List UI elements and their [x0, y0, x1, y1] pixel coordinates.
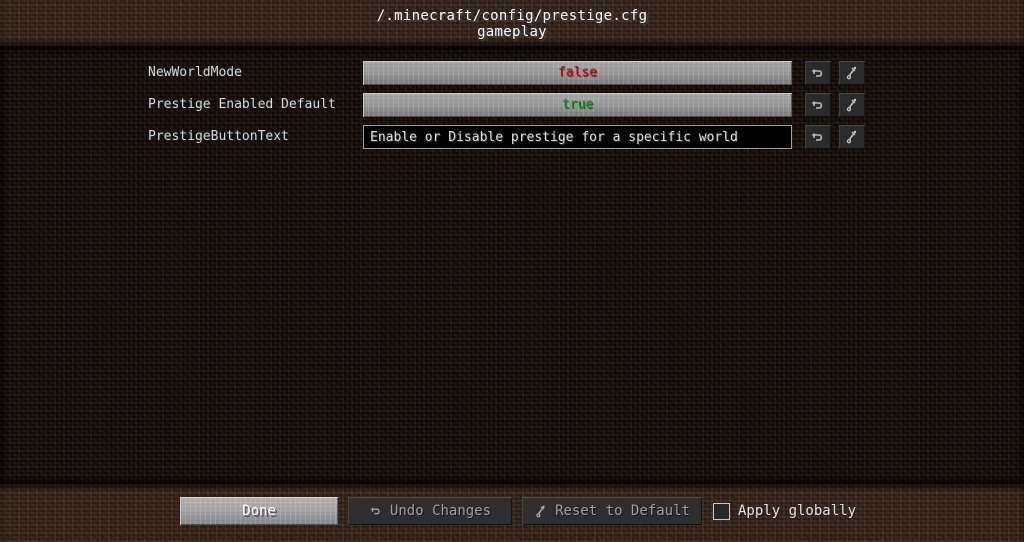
options-panel: NewWorldMode false Prestige Enabled Defa… — [0, 46, 1024, 484]
footer-bar — [0, 484, 1024, 542]
page-title: /.minecraft/config/prestige.cfg — [376, 8, 648, 24]
option-row: Prestige Enabled Default true — [0, 93, 1024, 119]
reset-default-icon — [846, 66, 857, 80]
undo-arrow-icon — [811, 101, 823, 109]
option-value-text: false — [557, 65, 598, 80]
option-label: NewWorldMode — [148, 65, 242, 80]
undo-arrow-icon — [811, 133, 823, 141]
undo-arrow-icon — [370, 507, 380, 515]
header-bar: /.minecraft/config/prestige.cfg gameplay — [0, 0, 1024, 46]
reset-default-icon — [846, 98, 857, 112]
minecraft-config-screen: /.minecraft/config/prestige.cfg gameplay… — [0, 0, 1024, 542]
undo-changes-button[interactable]: Undo Changes — [348, 497, 512, 525]
row-reset-button[interactable] — [839, 93, 865, 117]
option-label: PrestigeButtonText — [148, 129, 289, 144]
reset-default-icon — [846, 130, 857, 144]
page-subtitle: gameplay — [477, 24, 547, 40]
undo-arrow-icon — [811, 69, 823, 77]
option-row: PrestigeButtonText — [0, 125, 1024, 151]
row-reset-button[interactable] — [839, 125, 865, 149]
undo-changes-label: Undo Changes — [389, 503, 492, 519]
option-value-button[interactable]: true — [363, 93, 792, 117]
row-undo-button[interactable] — [805, 125, 831, 149]
option-value-button[interactable]: false — [363, 61, 792, 85]
row-undo-button[interactable] — [805, 93, 831, 117]
option-value-text: true — [561, 97, 594, 112]
row-undo-button[interactable] — [805, 61, 831, 85]
apply-globally-label: Apply globally — [738, 503, 857, 519]
row-reset-button[interactable] — [839, 61, 865, 85]
reset-default-icon — [536, 505, 545, 517]
done-button[interactable]: Done — [180, 497, 338, 525]
option-label: Prestige Enabled Default — [148, 97, 336, 112]
done-button-label: Done — [242, 503, 276, 519]
apply-globally-checkbox[interactable]: Apply globally — [713, 497, 856, 525]
reset-to-default-button[interactable]: Reset to Default — [522, 497, 702, 525]
option-row: NewWorldMode false — [0, 61, 1024, 87]
reset-to-default-label: Reset to Default — [555, 503, 690, 519]
checkbox-box-icon[interactable] — [713, 502, 730, 520]
option-text-input[interactable] — [363, 125, 792, 149]
